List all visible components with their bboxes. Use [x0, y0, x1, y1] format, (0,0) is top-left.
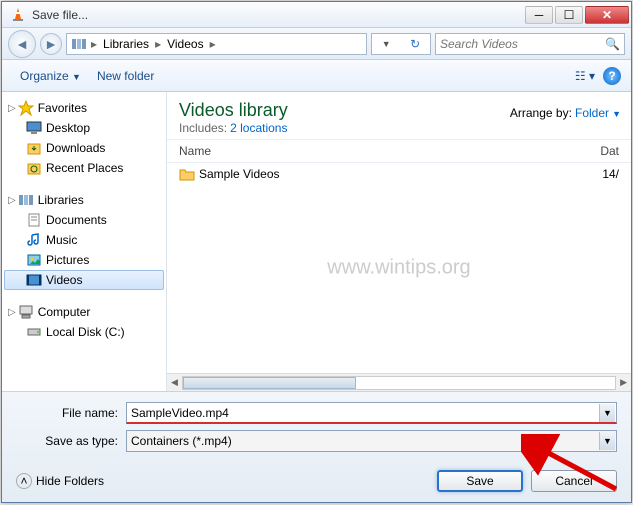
libraries-group[interactable]: ▷Libraries [4, 190, 164, 210]
refresh-box: ▼ ↻ [371, 33, 431, 55]
refresh-icon[interactable]: ↻ [410, 37, 420, 51]
column-headers[interactable]: Name Dat [167, 140, 631, 163]
libraries-icon [18, 192, 34, 208]
breadcrumb-videos[interactable]: Videos [163, 37, 207, 51]
saveastype-dropdown-icon[interactable]: ▼ [599, 432, 615, 450]
favorites-group[interactable]: ▷Favorites [4, 98, 164, 118]
new-folder-button[interactable]: New folder [89, 65, 162, 87]
hide-folders-button[interactable]: ˄ Hide Folders [16, 473, 104, 489]
chevron-up-icon: ˄ [16, 473, 32, 489]
scroll-right-icon[interactable]: ▶ [620, 377, 627, 388]
minimize-button[interactable]: ─ [525, 6, 553, 24]
file-date: 14/ [602, 167, 619, 181]
filename-dropdown-icon[interactable]: ▼ [599, 404, 615, 422]
file-list: Sample Videos 14/ www.wintips.org [167, 163, 631, 373]
cancel-button[interactable]: Cancel [531, 470, 617, 492]
desktop-icon [26, 120, 42, 136]
sidebar-item-localdisk[interactable]: Local Disk (C:) [4, 322, 164, 342]
column-name[interactable]: Name [179, 144, 600, 158]
vlc-icon [10, 7, 26, 23]
sidebar-item-desktop[interactable]: Desktop [4, 118, 164, 138]
computer-icon [18, 304, 34, 320]
bottom-panel: File name: ▼ Save as type: ▼ ˄ Hide Fold… [2, 391, 631, 502]
toolbar: Organize ▼ New folder ☷ ▾ ? [2, 60, 631, 92]
history-dropdown-icon[interactable]: ▼ [382, 39, 391, 49]
music-icon [26, 232, 42, 248]
navigation-tree: ▷Favorites Desktop Downloads Recent Plac… [2, 92, 167, 391]
content-pane: Videos library Includes: 2 locations Arr… [167, 92, 631, 391]
sidebar-item-pictures[interactable]: Pictures [4, 250, 164, 270]
save-file-dialog: Save file... ─ ☐ ✕ ◄ ► ▸ Libraries ▸ Vid… [1, 1, 632, 503]
window-title: Save file... [32, 8, 523, 22]
library-header: Videos library Includes: 2 locations Arr… [167, 92, 631, 140]
maximize-button[interactable]: ☐ [555, 6, 583, 24]
file-row[interactable]: Sample Videos 14/ [167, 163, 631, 185]
search-input[interactable] [440, 37, 605, 51]
horizontal-scrollbar[interactable]: ◀ ▶ [167, 373, 631, 391]
forward-button[interactable]: ► [40, 33, 62, 55]
save-button[interactable]: Save [437, 470, 523, 492]
locations-link[interactable]: 2 locations [230, 121, 287, 135]
computer-group[interactable]: ▷Computer [4, 302, 164, 322]
scroll-left-icon[interactable]: ◀ [171, 377, 178, 388]
sidebar-item-recent[interactable]: Recent Places [4, 158, 164, 178]
filename-label: File name: [16, 406, 126, 420]
search-box[interactable]: 🔍 [435, 33, 625, 55]
nav-bar: ◄ ► ▸ Libraries ▸ Videos ▸ ▼ ↻ 🔍 [2, 28, 631, 60]
close-button[interactable]: ✕ [585, 6, 629, 24]
sidebar-item-music[interactable]: Music [4, 230, 164, 250]
back-button[interactable]: ◄ [8, 30, 36, 58]
folder-icon [179, 166, 195, 182]
search-icon: 🔍 [605, 37, 620, 51]
sidebar-item-videos[interactable]: Videos [4, 270, 164, 290]
saveastype-select[interactable] [126, 430, 617, 452]
view-options-button[interactable]: ☷ ▾ [575, 69, 595, 83]
column-date[interactable]: Dat [600, 144, 619, 158]
help-icon[interactable]: ? [603, 67, 621, 85]
sidebar-item-downloads[interactable]: Downloads [4, 138, 164, 158]
star-icon [18, 100, 34, 116]
sidebar-item-documents[interactable]: Documents [4, 210, 164, 230]
organize-menu[interactable]: Organize ▼ [12, 65, 89, 87]
watermark: www.wintips.org [327, 257, 470, 280]
address-bar[interactable]: ▸ Libraries ▸ Videos ▸ [66, 33, 367, 55]
saveastype-label: Save as type: [16, 434, 126, 448]
videos-icon [26, 272, 42, 288]
downloads-icon [26, 140, 42, 156]
arrange-by[interactable]: Arrange by: Folder ▼ [510, 106, 621, 120]
scroll-thumb[interactable] [183, 377, 356, 389]
recent-icon [26, 160, 42, 176]
drive-icon [26, 324, 42, 340]
breadcrumb-libraries[interactable]: Libraries [99, 37, 153, 51]
title-bar: Save file... ─ ☐ ✕ [2, 2, 631, 28]
filename-input[interactable] [126, 402, 617, 424]
pictures-icon [26, 252, 42, 268]
file-name: Sample Videos [199, 167, 602, 181]
libraries-icon [71, 36, 87, 52]
documents-icon [26, 212, 42, 228]
